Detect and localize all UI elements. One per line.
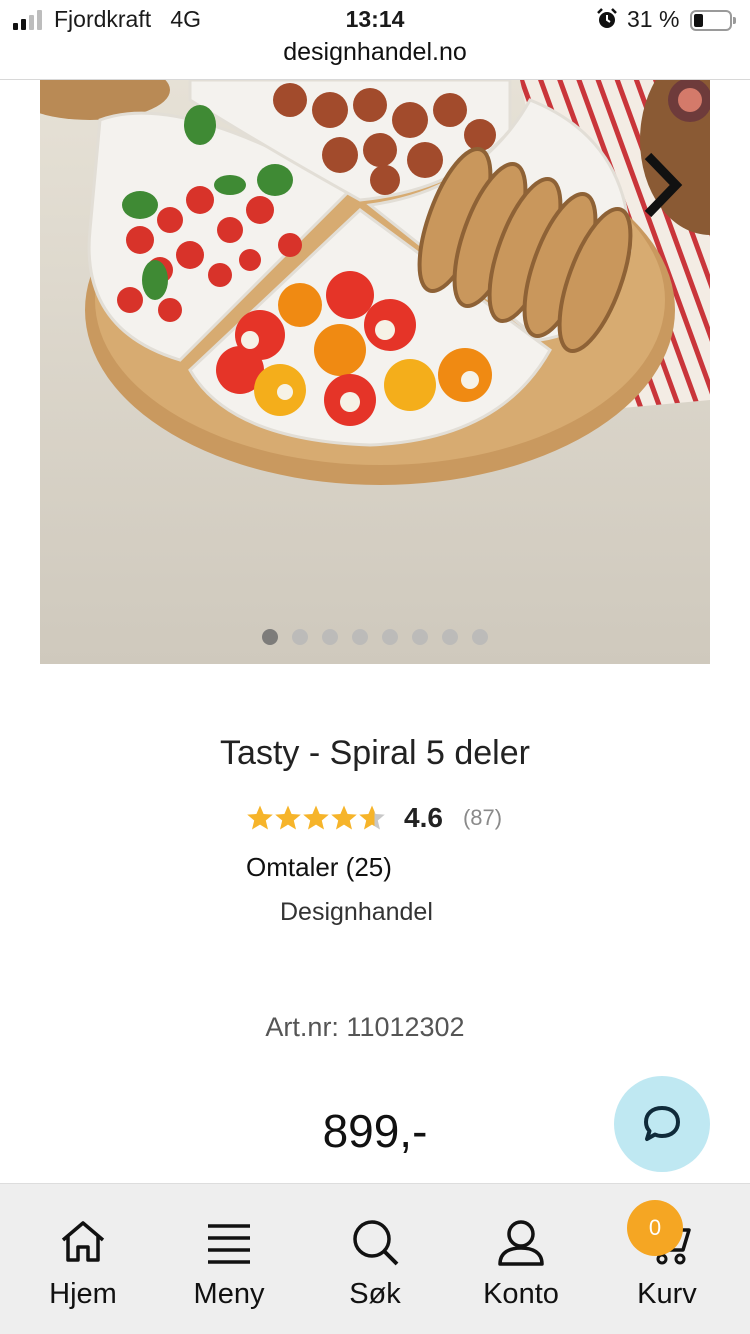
chat-bubble-icon: [644, 1106, 680, 1141]
status-bar: Fjordkraft 4G 13:14 31 %: [0, 0, 750, 40]
carousel-indicators: [40, 629, 710, 650]
carousel-dot[interactable]: [262, 629, 278, 645]
carousel-dot[interactable]: [382, 629, 398, 645]
star-icon: [303, 805, 329, 830]
carousel-dot[interactable]: [352, 629, 368, 645]
rating-stars: [246, 804, 386, 832]
product-image-carousel[interactable]: [40, 80, 710, 664]
nav-home[interactable]: Hjem: [8, 1184, 158, 1334]
star-icon: [331, 805, 357, 830]
product-title: Tasty - Spiral 5 deler: [220, 734, 530, 772]
brand-link[interactable]: Designhandel: [280, 898, 433, 927]
nav-account[interactable]: Konto: [446, 1184, 596, 1334]
home-icon: [61, 1221, 105, 1262]
rating-value: 4.6: [404, 802, 443, 833]
alarm-icon: [597, 8, 617, 28]
rating-row[interactable]: 4.6 (87): [246, 798, 502, 838]
carousel-dot[interactable]: [472, 629, 488, 645]
chat-button[interactable]: [614, 1076, 710, 1172]
reviews-link[interactable]: Omtaler (25): [246, 852, 392, 883]
nav-cart-label: Kurv: [637, 1278, 697, 1310]
nav-search[interactable]: Søk: [300, 1184, 450, 1334]
nav-home-label: Hjem: [49, 1278, 117, 1310]
star-icon: [247, 805, 273, 830]
battery-percent: 31 %: [627, 6, 680, 32]
nav-search-label: Søk: [349, 1278, 401, 1310]
nav-menu[interactable]: Meny: [154, 1184, 304, 1334]
nav-menu-label: Meny: [193, 1278, 265, 1310]
carousel-dot[interactable]: [292, 629, 308, 645]
star-icon: [275, 805, 301, 830]
carousel-dot[interactable]: [322, 629, 338, 645]
url-bar[interactable]: designhandel.no: [0, 38, 750, 80]
carousel-dot[interactable]: [442, 629, 458, 645]
nav-account-label: Konto: [483, 1278, 559, 1310]
search-icon: [353, 1220, 399, 1266]
star-icon: [359, 805, 385, 830]
article-number: Art.nr: 11012302: [265, 1012, 465, 1042]
carousel-dot[interactable]: [412, 629, 428, 645]
product-photo: [40, 80, 710, 664]
rating-count: (87): [462, 805, 503, 830]
chevron-right-icon[interactable]: [640, 150, 684, 220]
menu-icon: [208, 1224, 250, 1264]
cart-count-badge: 0: [627, 1200, 683, 1256]
user-icon: [498, 1220, 544, 1266]
battery-icon: [690, 10, 736, 31]
